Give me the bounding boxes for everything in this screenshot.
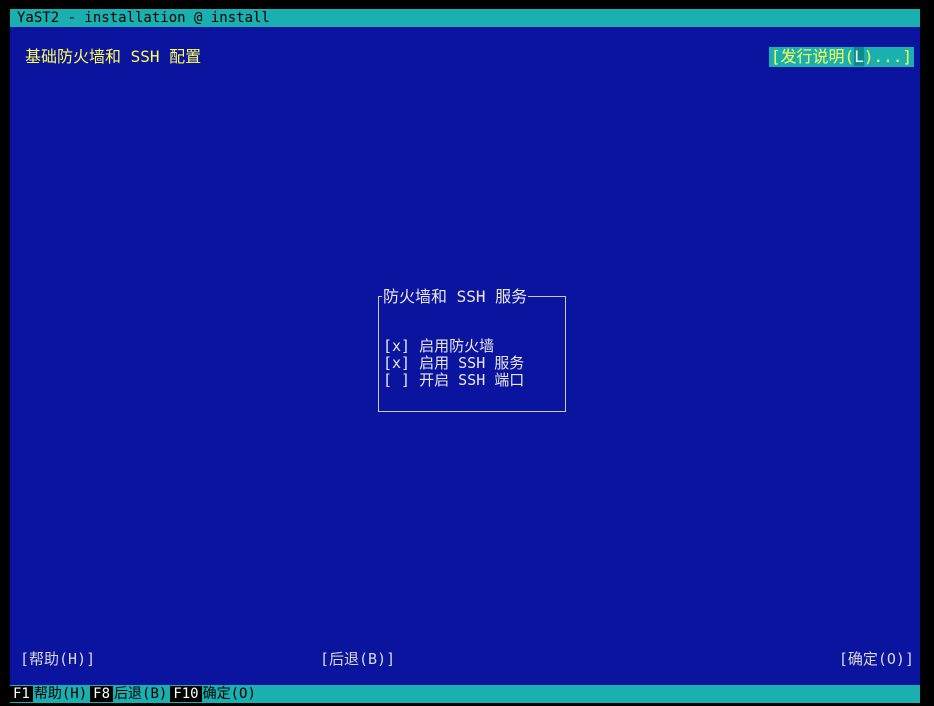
fkey-f10[interactable]: F10: [170, 686, 202, 702]
release-notes-hotkey: L: [854, 47, 864, 66]
open-ssh-port-label: 开启 SSH 端口: [419, 371, 525, 389]
fkey-f8[interactable]: F8: [90, 686, 114, 702]
enable-firewall-label: 启用防火墙: [419, 337, 495, 355]
release-notes-prefix: [发行说明(: [770, 47, 855, 66]
frame-title: 防火墙和 SSH 服务: [382, 287, 529, 307]
page-title: 基础防火墙和 SSH 配置: [25, 47, 202, 66]
function-key-bar: F1 帮助(H) F8 后退(B) F10 确定(O): [10, 685, 920, 703]
open-ssh-port-checkbox[interactable]: [ ]: [383, 371, 410, 389]
enable-ssh-checkbox[interactable]: [x]: [383, 354, 410, 372]
open-ssh-port-option[interactable]: [ ] 开启 SSH 端口: [383, 372, 524, 389]
enable-ssh-option[interactable]: [x] 启用 SSH 服务: [383, 355, 524, 372]
back-button[interactable]: [后退(B)]: [320, 650, 395, 668]
window-title: YaST2 - installation @ install: [10, 9, 920, 27]
fkey-f1-label: 帮助(H): [33, 686, 88, 702]
yast-screen: YaST2 - installation @ install 基础防火墙和 SS…: [10, 9, 920, 703]
fkey-f10-label: 确定(O): [202, 686, 256, 702]
enable-firewall-checkbox[interactable]: [x]: [383, 337, 410, 355]
ok-button[interactable]: [确定(O)]: [839, 650, 914, 668]
fkey-f1[interactable]: F1: [10, 686, 33, 702]
firewall-ssh-frame: 防火墙和 SSH 服务 [x] 启用防火墙 [x] 启用 SSH 服务 [ ] …: [378, 287, 566, 412]
release-notes-button[interactable]: [发行说明(L)...]: [768, 47, 914, 67]
fkey-f8-label: 后退(B): [114, 686, 168, 702]
enable-ssh-label: 启用 SSH 服务: [419, 354, 525, 372]
help-button[interactable]: [帮助(H)]: [20, 650, 95, 668]
enable-firewall-option[interactable]: [x] 启用防火墙: [383, 338, 494, 355]
release-notes-suffix: )...]: [863, 47, 912, 66]
